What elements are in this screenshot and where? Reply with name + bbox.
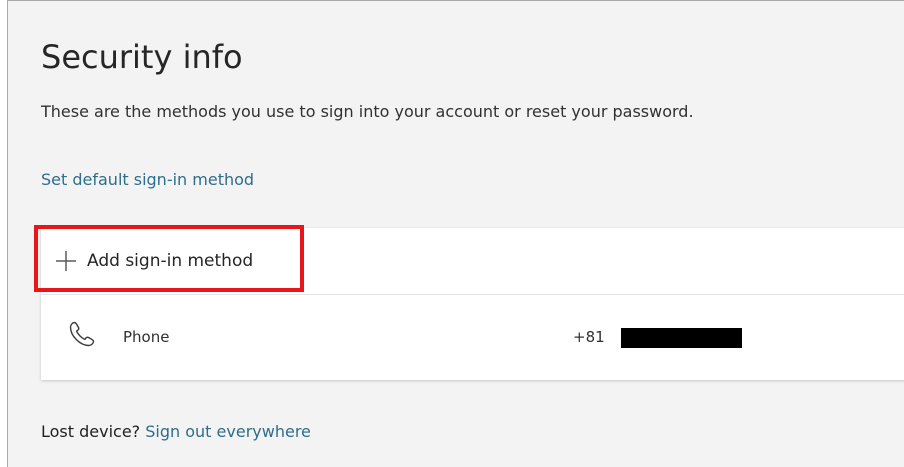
method-label: Phone: [123, 328, 170, 346]
method-row-phone: Phone +81: [41, 295, 904, 380]
plus-icon: [56, 251, 76, 271]
page-description: These are the methods you use to sign in…: [41, 102, 694, 121]
lost-device-line: Lost device? Sign out everywhere: [41, 421, 311, 443]
security-info-panel: Security info These are the methods you …: [7, 0, 904, 467]
redacted-phone-number: [621, 328, 742, 348]
lost-device-text: Lost device?: [41, 422, 141, 441]
add-sign-in-method-button[interactable]: Add sign-in method: [49, 237, 253, 285]
add-sign-in-method-label: Add sign-in method: [87, 251, 254, 271]
set-default-sign-in-method-link[interactable]: Set default sign-in method: [41, 169, 254, 191]
method-value: +81: [573, 328, 605, 346]
sign-out-everywhere-link[interactable]: Sign out everywhere: [145, 422, 311, 441]
add-method-row: Add sign-in method: [41, 228, 904, 295]
methods-card: Add sign-in method Phone +81: [41, 228, 904, 380]
phone-icon: [69, 321, 95, 347]
page-title: Security info: [41, 38, 243, 76]
